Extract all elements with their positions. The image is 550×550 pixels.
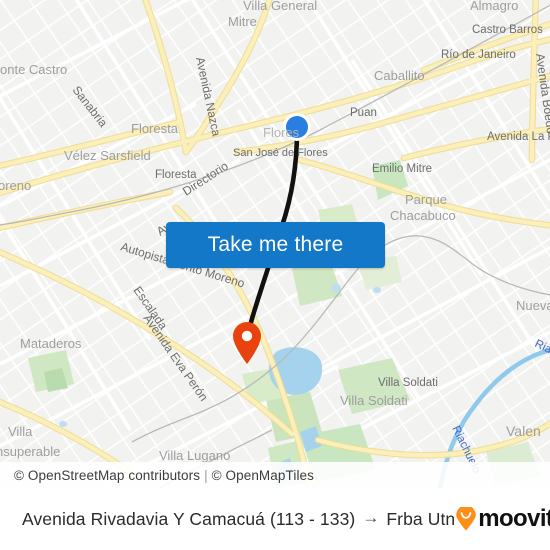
map-screenshot: Villa General Mitre Almagro Castro Barro…	[0, 0, 550, 550]
moovit-wordmark: moovit	[478, 505, 550, 532]
svg-text:Chacabuco: Chacabuco	[390, 208, 456, 223]
svg-text:Río de Janeiro: Río de Janeiro	[441, 49, 516, 61]
svg-text:Valen: Valen	[506, 423, 541, 439]
svg-text:onte Castro: onte Castro	[0, 62, 67, 77]
svg-text:Mataderos: Mataderos	[20, 336, 82, 351]
moovit-logo[interactable]: moovit	[455, 505, 550, 533]
route-origin-label: Avenida Rivadavia Y Camacuá (113 - 133)	[22, 508, 356, 529]
svg-text:Vélez Sarsfield: Vélez Sarsfield	[64, 148, 151, 163]
svg-text:Villa Soldati: Villa Soldati	[378, 377, 438, 389]
svg-text:Mitre: Mitre	[228, 14, 257, 29]
attribution-tiles[interactable]: © OpenMapTiles	[212, 468, 314, 483]
svg-text:nsuperable: nsuperable	[0, 444, 60, 459]
svg-text:Flores: Flores	[263, 125, 300, 140]
svg-text:Parque: Parque	[405, 192, 447, 207]
attribution-osm[interactable]: © OpenStreetMap contributors	[14, 468, 200, 483]
svg-text:Floresta: Floresta	[131, 121, 179, 136]
svg-text:oreno: oreno	[0, 178, 31, 193]
map-canvas[interactable]: Villa General Mitre Almagro Castro Barro…	[0, 0, 550, 488]
svg-text:Almagro: Almagro	[470, 0, 518, 13]
svg-text:Puan: Puan	[350, 107, 377, 119]
svg-text:Emilio Mitre: Emilio Mitre	[372, 163, 432, 175]
svg-text:Nueva: Nueva	[516, 298, 550, 313]
svg-text:Caballito: Caballito	[374, 68, 425, 83]
footer-bar: Avenida Rivadavia Y Camacuá (113 - 133) …	[0, 488, 550, 550]
route-destination-label: Frba Utn	[386, 508, 456, 529]
svg-text:Castro Barros: Castro Barros	[472, 24, 543, 36]
svg-text:Villa General: Villa General	[243, 0, 317, 13]
svg-text:San José de Flores: San José de Flores	[233, 147, 328, 159]
route-arrow-icon: →	[362, 508, 380, 527]
svg-text:Villa Soldati: Villa Soldati	[340, 393, 408, 408]
svg-text:Avenida La Plata: Avenida La Plata	[487, 131, 550, 143]
attribution-separator: |	[204, 467, 208, 483]
svg-text:Villa: Villa	[8, 424, 33, 439]
map-attribution-bar: © OpenStreetMap contributors | © OpenMap…	[0, 462, 550, 488]
moovit-pin-icon	[456, 507, 477, 531]
take-me-there-button[interactable]: Take me there	[166, 222, 385, 268]
svg-text:Villa Lugano: Villa Lugano	[159, 448, 230, 463]
